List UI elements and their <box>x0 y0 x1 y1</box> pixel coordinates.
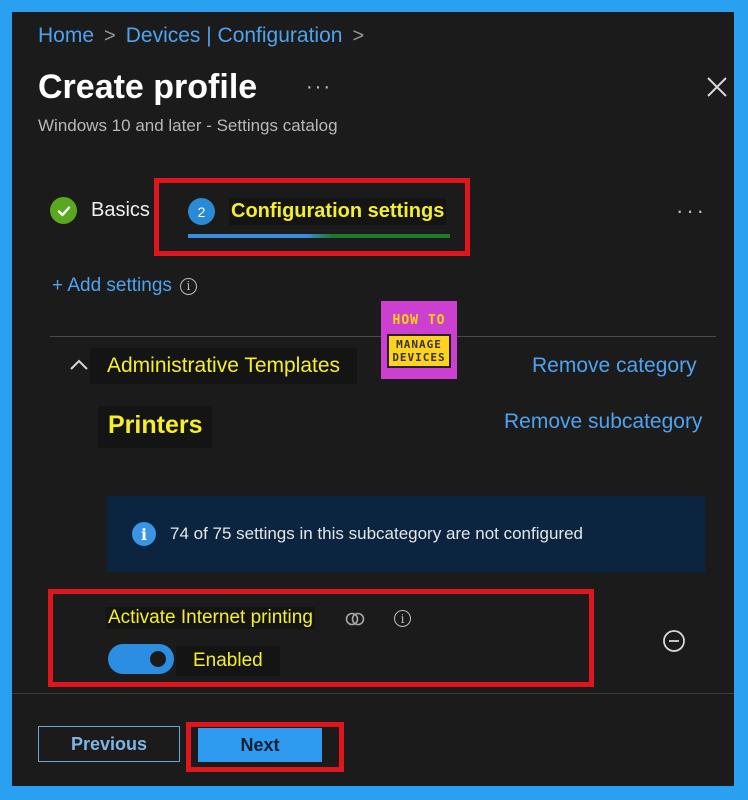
info-notice-banner: i 74 of 75 settings in this subcategory … <box>107 496 705 572</box>
info-filled-icon: i <box>132 522 156 546</box>
logo-text-top: HOW TO <box>392 312 446 328</box>
chevron-up-icon[interactable] <box>68 358 90 372</box>
breadcrumb-devices-configuration[interactable]: Devices | Configuration <box>126 24 343 48</box>
remove-setting-minus-icon[interactable] <box>662 629 686 653</box>
logo-badge: MANAGE DEVICES <box>387 333 451 368</box>
setting-info-icon[interactable]: i <box>394 610 411 627</box>
add-settings-label: + Add settings <box>52 275 172 296</box>
learn-more-link-icon[interactable] <box>344 609 366 629</box>
category-title[interactable]: Administrative Templates <box>90 348 358 384</box>
page-subtitle: Windows 10 and later - Settings catalog <box>38 116 338 135</box>
create-profile-panel: Home > Devices | Configuration > Create … <box>12 12 734 786</box>
tab-basics-label: Basics <box>91 199 150 221</box>
highlight-box-tab <box>154 178 470 256</box>
breadcrumb: Home > Devices | Configuration > <box>38 24 374 48</box>
add-settings-link[interactable]: + Add settings i <box>52 275 197 297</box>
next-button[interactable]: Next <box>198 728 322 762</box>
toggle-state-label: Enabled <box>176 646 280 676</box>
more-options-button[interactable]: ··· <box>306 76 332 99</box>
toggle-knob <box>150 651 166 667</box>
breadcrumb-separator: > <box>104 24 116 47</box>
subcategory-title: Printers <box>98 406 213 448</box>
remove-category-link[interactable]: Remove category <box>532 354 697 378</box>
notice-text: 74 of 75 settings in this subcategory ar… <box>170 524 583 543</box>
page-title: Create profile <box>38 68 258 106</box>
logo-text-devices: DEVICES <box>392 350 446 364</box>
remove-subcategory-link[interactable]: Remove subcategory <box>504 410 702 434</box>
tab-basics[interactable]: Basics <box>50 197 150 224</box>
previous-button[interactable]: Previous <box>38 726 180 762</box>
info-icon[interactable]: i <box>179 277 197 295</box>
close-icon[interactable] <box>704 74 730 100</box>
logo-text-manage: MANAGE <box>396 337 442 351</box>
setting-name-label: Activate Internet printing <box>106 607 315 629</box>
how-to-manage-devices-logo: HOW TO MANAGE DEVICES <box>381 301 457 379</box>
checkmark-icon <box>50 197 77 224</box>
tabs-more-button[interactable]: ··· <box>676 198 707 224</box>
footer-divider <box>12 693 734 694</box>
breadcrumb-home[interactable]: Home <box>38 24 94 48</box>
enabled-toggle[interactable] <box>108 644 174 674</box>
breadcrumb-separator: > <box>352 24 365 47</box>
